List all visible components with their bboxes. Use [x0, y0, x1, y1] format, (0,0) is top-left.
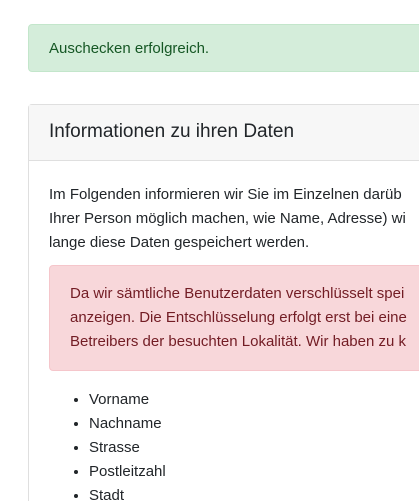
intro-line: Ihrer Person möglich machen, wie Name, A…: [49, 210, 406, 227]
card-body: Im Folgenden informieren wir Sie im Einz…: [29, 161, 419, 501]
warning-line: anzeigen. Die Entschlüsselung erfolgt er…: [70, 309, 407, 326]
intro-paragraph: Im Folgenden informieren wir Sie im Einz…: [49, 183, 419, 255]
card-title: Informationen zu ihren Daten: [49, 121, 295, 142]
intro-line: lange diese Daten gespeichert werden.: [49, 234, 310, 251]
stored-fields-list: Vorname Nachname Strasse Postleitzahl St…: [49, 388, 419, 501]
intro-line: Im Folgenden informieren wir Sie im Einz…: [49, 186, 402, 203]
encryption-warning-alert: Da wir sämtliche Benutzerdaten verschlüs…: [49, 265, 419, 371]
list-item: Nachname: [89, 412, 419, 436]
list-item: Stadt: [89, 484, 419, 501]
list-item: Postleitzahl: [89, 460, 419, 484]
checkout-success-alert: Auschecken erfolgreich.: [28, 24, 419, 72]
checkout-success-text: Auschecken erfolgreich.: [49, 40, 210, 57]
warning-line: Da wir sämtliche Benutzerdaten verschlüs…: [70, 285, 405, 302]
warning-line: Betreibers der besuchten Lokalität. Wir …: [70, 333, 407, 350]
page: Auschecken erfolgreich. Informationen zu…: [0, 0, 419, 501]
list-item: Vorname: [89, 388, 419, 412]
card-header: Informationen zu ihren Daten: [29, 105, 419, 161]
data-info-card: Informationen zu ihren Daten Im Folgende…: [28, 104, 419, 501]
list-item: Strasse: [89, 436, 419, 460]
